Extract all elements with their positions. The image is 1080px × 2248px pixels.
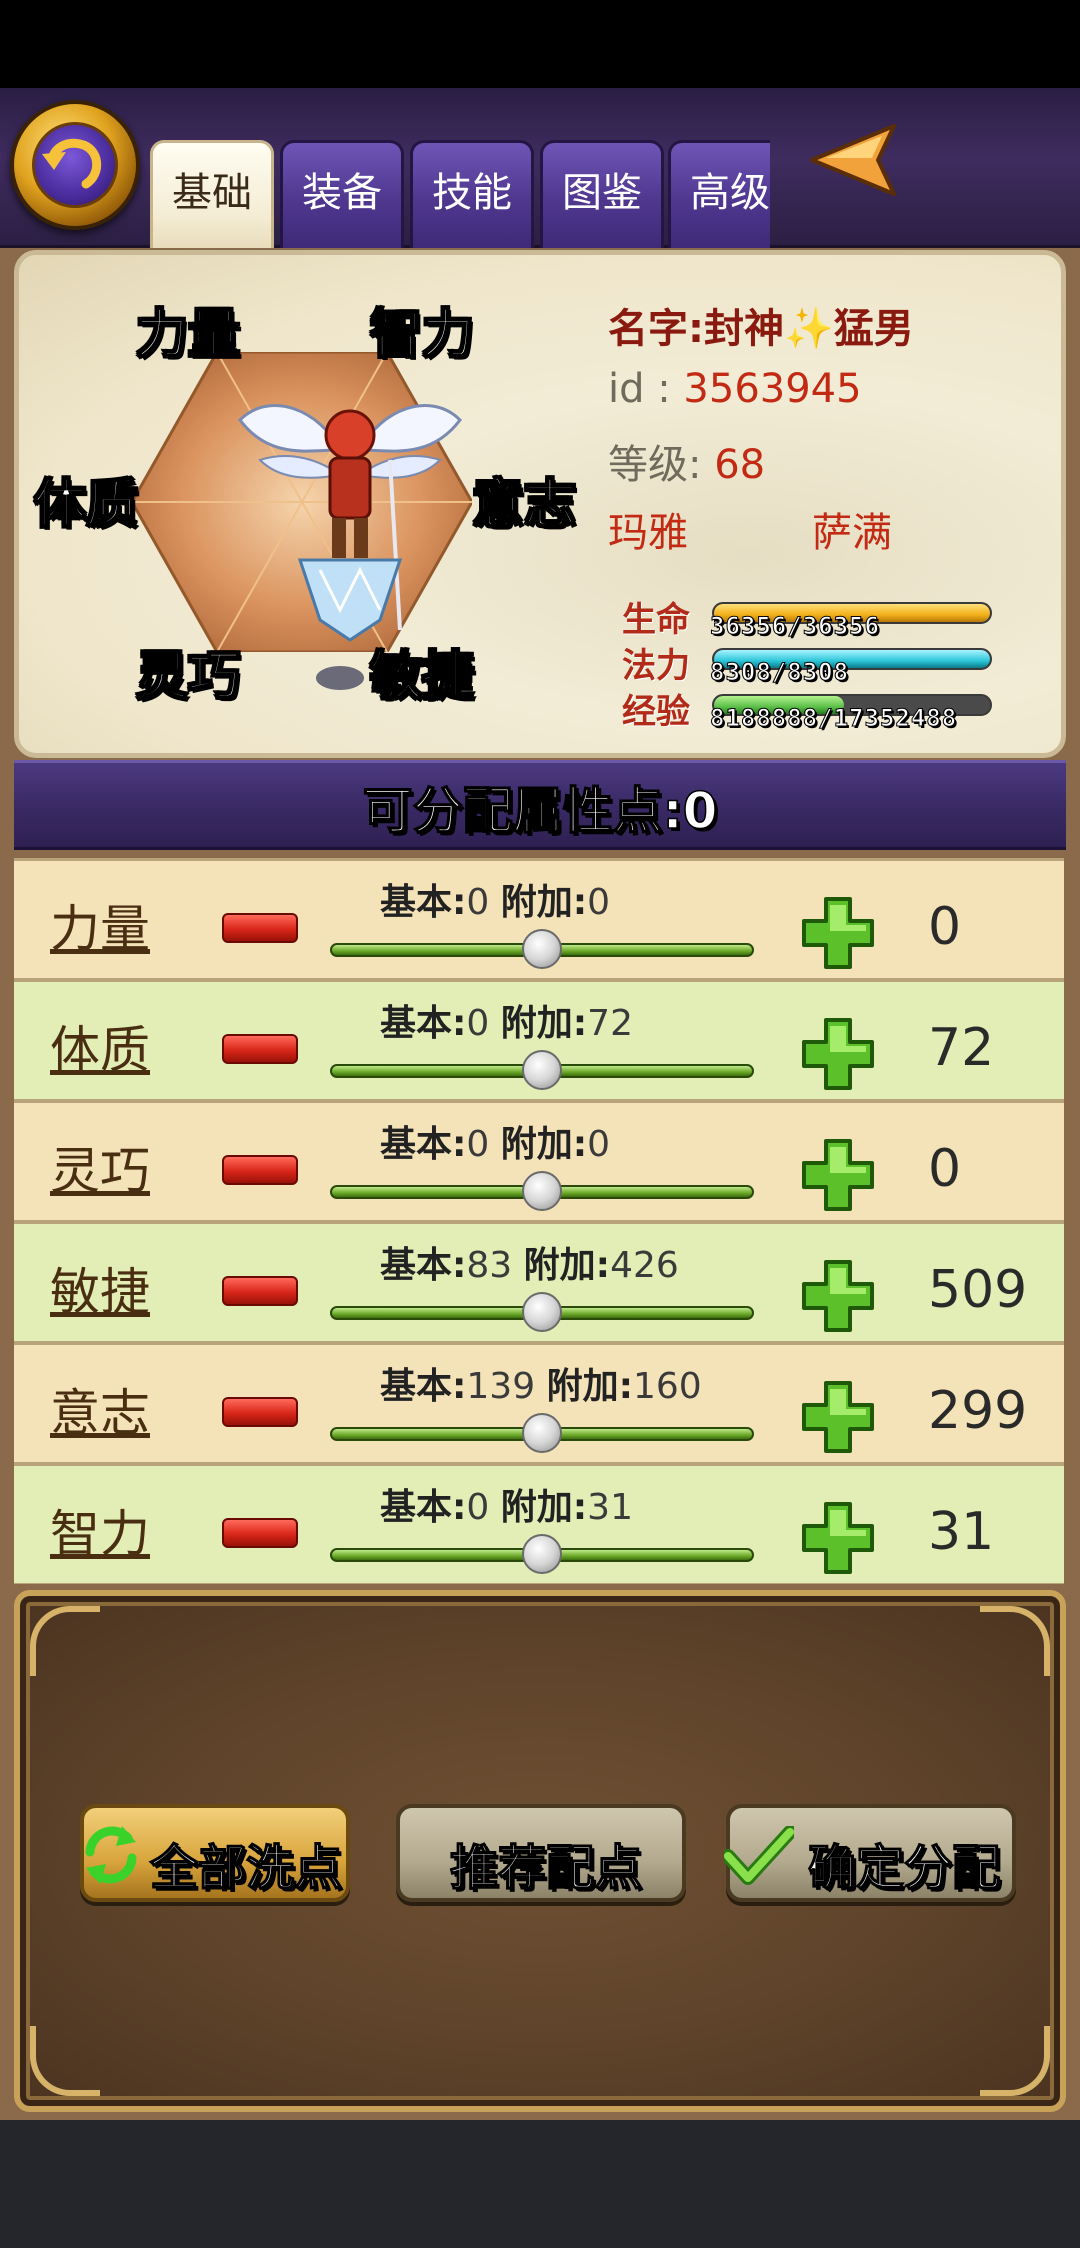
decrease-button[interactable] <box>222 913 298 943</box>
attribute-name[interactable]: 体质 <box>50 1010 150 1082</box>
sparkle-icon: ✨ <box>784 306 834 352</box>
plus-icon[interactable] <box>800 895 876 971</box>
character-name: 名字:封神✨猛男 <box>608 306 914 352</box>
attribute-total: 299 <box>928 1381 1028 1441</box>
hex-label-intelligence: 智力 <box>369 304 475 366</box>
character-level: 等级: 68 <box>608 442 766 488</box>
attribute-detail: 基本:0 附加:0 <box>380 882 611 923</box>
attribute-row-agility: 敏捷 基本:83 附加:426 509 <box>14 1221 1064 1342</box>
plus-icon[interactable] <box>800 1379 876 1455</box>
tab-basic[interactable]: 基础 <box>150 140 274 248</box>
plus-icon[interactable] <box>800 1016 876 1092</box>
plus-icon[interactable] <box>800 1137 876 1213</box>
attribute-total: 0 <box>928 897 962 957</box>
hex-label-dexterity: 灵巧 <box>135 646 241 708</box>
attribute-list: 力量 基本:0 附加:0 0 体质 基本:0 附加:72 72 灵巧 基本:0 … <box>14 858 1064 1584</box>
attribute-name[interactable]: 智力 <box>50 1494 150 1566</box>
attribute-row-constitution: 体质 基本:0 附加:72 72 <box>14 979 1064 1100</box>
attribute-detail: 基本:0 附加:72 <box>380 1003 633 1044</box>
mp-text: 8308/8308 <box>709 658 850 687</box>
allocatable-points-label: 可分配属性点: <box>362 781 684 841</box>
attribute-row-intelligence: 智力 基本:0 附加:31 31 <box>14 1463 1064 1584</box>
tab-advanced[interactable]: 高级 <box>668 140 770 248</box>
slider-knob[interactable] <box>522 1171 562 1211</box>
character-id: id : 3563945 <box>608 366 862 412</box>
hex-label-agility: 敏捷 <box>369 646 475 708</box>
tab-skills[interactable]: 技能 <box>410 140 534 248</box>
refresh-icon <box>85 1826 137 1884</box>
back-button[interactable] <box>10 100 140 230</box>
navigation-bar-area <box>0 2120 1080 2248</box>
attribute-row-strength: 力量 基本:0 附加:0 0 <box>14 858 1064 979</box>
tab-clip: 高级 <box>668 130 770 250</box>
attribute-detail: 基本:0 附加:0 <box>380 1124 611 1165</box>
exp-text: 8188888/17352488 <box>709 704 958 733</box>
status-bar <box>0 0 1080 88</box>
decrease-button[interactable] <box>222 1155 298 1185</box>
confirm-button[interactable]: 确定分配 <box>724 1804 1016 1902</box>
slider-knob[interactable] <box>522 1050 562 1090</box>
scroll-tabs-left-icon[interactable] <box>808 118 908 202</box>
decrease-button[interactable] <box>222 1034 298 1064</box>
slider-knob[interactable] <box>522 929 562 969</box>
hp-text: 36356/36356 <box>710 612 880 641</box>
exp-label: 经验 <box>622 692 690 732</box>
attribute-detail: 基本:139 附加:160 <box>380 1366 702 1407</box>
decrease-button[interactable] <box>222 1518 298 1548</box>
attribute-name[interactable]: 敏捷 <box>50 1252 150 1324</box>
recommend-button[interactable]: 推荐配点 <box>396 1804 686 1902</box>
slider-knob[interactable] <box>522 1534 562 1574</box>
attribute-total: 509 <box>928 1260 1028 1320</box>
attribute-name[interactable]: 意志 <box>50 1373 150 1445</box>
tab-equipment[interactable]: 装备 <box>280 140 404 248</box>
checkmark-icon <box>724 1826 794 1885</box>
mp-label: 法力 <box>622 646 690 686</box>
attribute-row-will: 意志 基本:139 附加:160 299 <box>14 1342 1064 1463</box>
character-class: 萨满 <box>812 510 892 556</box>
character-race: 玛雅 <box>608 510 688 556</box>
attribute-total: 31 <box>928 1502 995 1562</box>
allocatable-points-value: 0 <box>682 781 718 841</box>
plus-icon[interactable] <box>800 1258 876 1334</box>
attribute-name[interactable]: 灵巧 <box>50 1131 150 1203</box>
reset-all-button[interactable]: 全部洗点 <box>80 1804 350 1902</box>
attribute-row-dexterity: 灵巧 基本:0 附加:0 0 <box>14 1100 1064 1221</box>
return-arrow-icon <box>42 138 102 189</box>
attribute-detail: 基本:83 附加:426 <box>380 1245 679 1286</box>
hex-label-constitution: 体质 <box>33 474 139 536</box>
attribute-name[interactable]: 力量 <box>50 889 150 961</box>
slider-knob[interactable] <box>522 1413 562 1453</box>
decrease-button[interactable] <box>222 1397 298 1427</box>
hp-label: 生命 <box>622 600 690 640</box>
tab-codex[interactable]: 图鉴 <box>540 140 664 248</box>
allocatable-points-bar: 可分配属性点:0 <box>14 760 1066 850</box>
hex-label-will: 意志 <box>471 474 577 536</box>
hex-label-strength: 力量 <box>135 304 241 366</box>
attribute-total: 72 <box>928 1018 995 1078</box>
attribute-detail: 基本:0 附加:31 <box>380 1487 633 1528</box>
slider-knob[interactable] <box>522 1292 562 1332</box>
attribute-total: 0 <box>928 1139 962 1199</box>
plus-icon[interactable] <box>800 1500 876 1576</box>
decrease-button[interactable] <box>222 1276 298 1306</box>
